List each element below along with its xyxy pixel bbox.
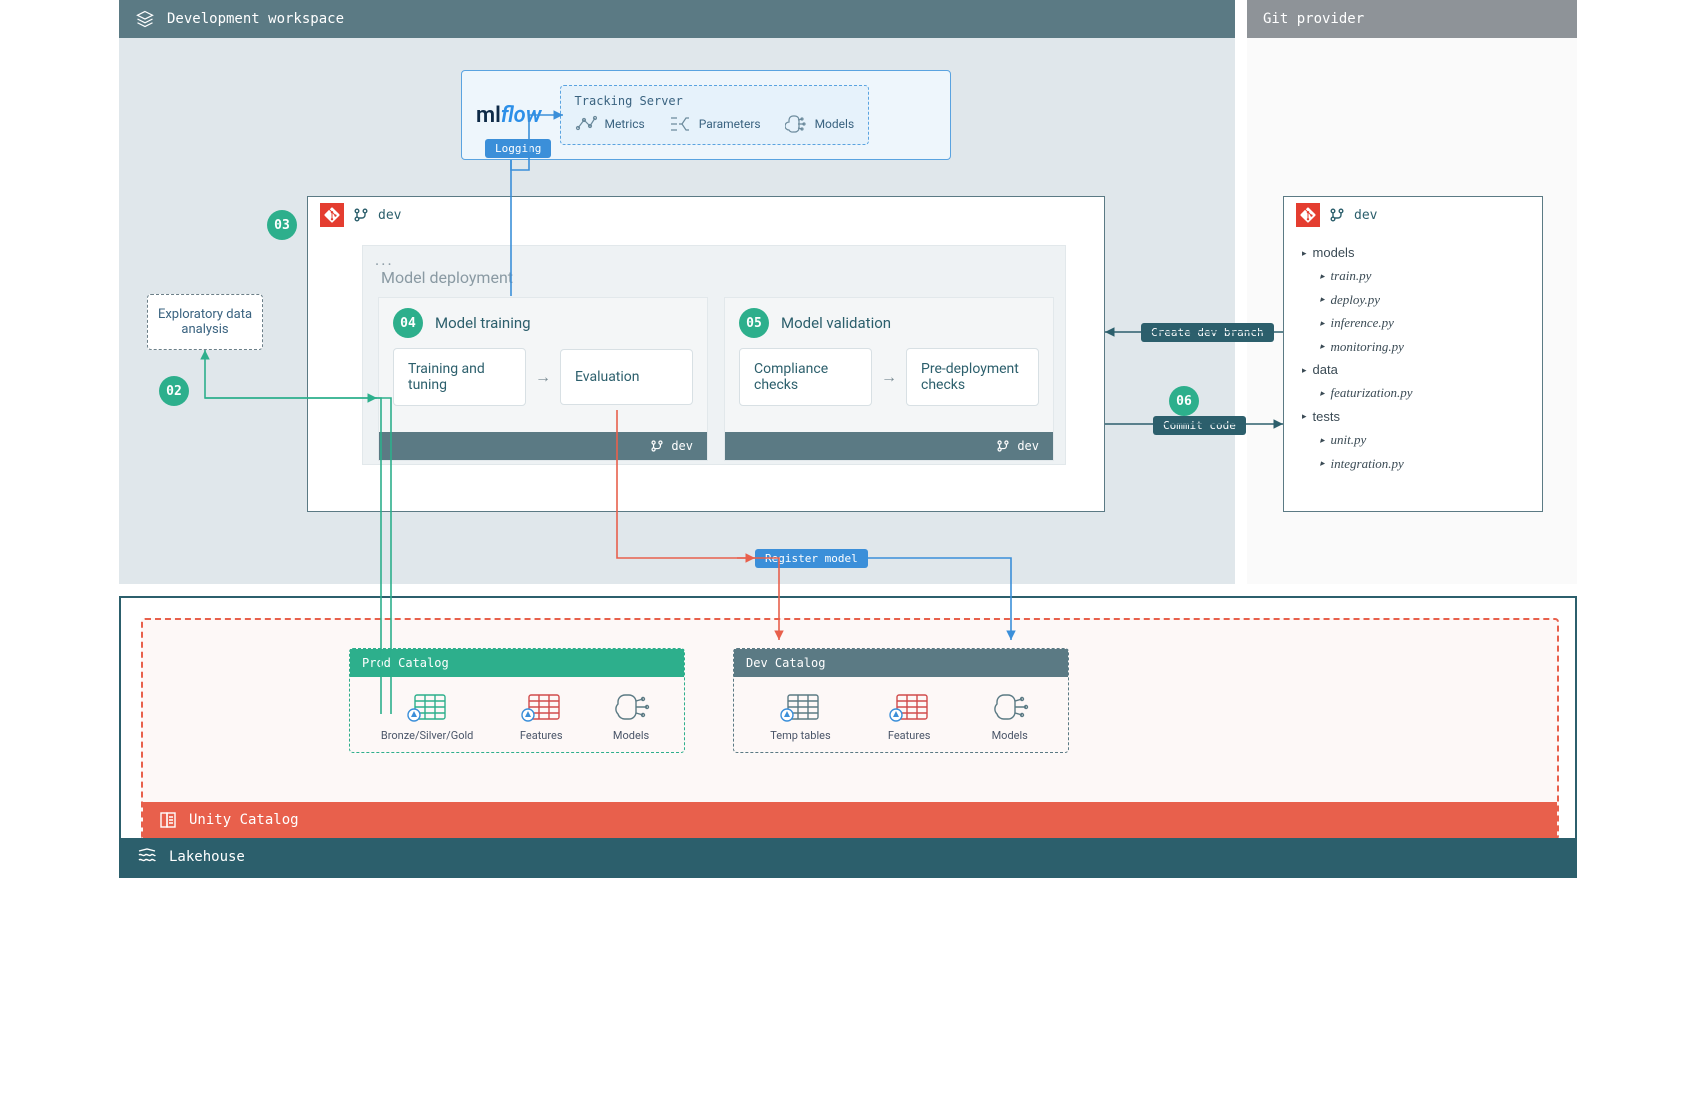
repo-branch: dev [378, 208, 401, 223]
unity-footer: Unity Catalog [143, 802, 1557, 838]
table-icon [887, 691, 931, 723]
stack-icon [135, 9, 155, 29]
dev-item-temp: Temp tables [770, 691, 830, 742]
git-provider-title: Git provider [1263, 11, 1364, 27]
metrics-icon [575, 114, 597, 134]
git-card-header: dev [1284, 197, 1542, 233]
unity-title: Unity Catalog [189, 812, 299, 828]
panel-dots: ... [375, 250, 394, 269]
git-card-branch: dev [1354, 208, 1377, 223]
table-icon [405, 691, 449, 723]
git-tree: ▸models ▸train.py ▸deploy.py ▸inference.… [1284, 233, 1542, 483]
task-training-tuning: Training and tuning [393, 348, 526, 406]
repo-card: dev ... Model deployment 04 Model traini… [307, 196, 1105, 512]
models-icon [988, 691, 1032, 723]
git-provider-header: Git provider [1247, 0, 1577, 38]
branch-icon [997, 440, 1009, 452]
prod-item-models: Models [609, 691, 653, 742]
catalog-icon [159, 811, 177, 829]
panel-model-validation: 05 Model validation Compliance checks → … [724, 297, 1054, 461]
logging-label: Logging [485, 139, 551, 158]
panel-left-footer-branch: dev [671, 439, 693, 453]
lakehouse-footer: Lakehouse [121, 838, 1575, 876]
step-06-badge: 06 [1169, 386, 1199, 416]
models-icon [785, 114, 807, 134]
git-logo-icon [1296, 203, 1320, 227]
folder-tests: ▸tests [1302, 405, 1524, 428]
git-logo-icon [320, 203, 344, 227]
file-integration: ▸integration.py [1302, 452, 1524, 475]
panel-back-title: Model deployment [381, 268, 513, 287]
file-monitoring: ▸monitoring.py [1302, 335, 1524, 358]
dev-item-features: Features [887, 691, 931, 742]
branch-icon [354, 208, 368, 222]
step-02-badge: 02 [159, 376, 189, 406]
file-featurization: ▸featurization.py [1302, 381, 1524, 404]
panel-model-training: 04 Model training Training and tuning → … [378, 297, 708, 461]
register-model-label: Register model [755, 549, 868, 568]
step-05-badge: 05 [739, 308, 769, 338]
panel-stack: ... Model deployment 04 Model training T… [362, 245, 1066, 491]
eda-box: Exploratory data analysis [147, 294, 263, 350]
dev-catalog-header: Dev Catalog [734, 649, 1068, 677]
task-predeploy-checks: Pre-deployment checks [906, 348, 1039, 406]
prod-item-bronze: Bronze/Silver/Gold [381, 691, 473, 742]
dev-catalog: Dev Catalog Temp tables Features Models [733, 648, 1069, 753]
prod-catalog-header: Prod Catalog [350, 649, 684, 677]
tracking-parameters: Parameters [669, 114, 761, 134]
branch-icon [651, 440, 663, 452]
task-evaluation: Evaluation [560, 349, 693, 405]
folder-models: ▸models [1302, 241, 1524, 264]
tracking-server-title: Tracking Server [575, 94, 855, 108]
file-inference: ▸inference.py [1302, 311, 1524, 334]
tracking-metrics: Metrics [575, 114, 645, 134]
step-04-badge: 04 [393, 308, 423, 338]
unity-catalog-outer: Prod Catalog Bronze/Silver/Gold Features… [141, 618, 1559, 840]
parameters-icon [669, 114, 691, 134]
dev-workspace-title: Development workspace [167, 11, 344, 27]
step-03-badge: 03 [267, 210, 297, 240]
branch-icon [1330, 208, 1344, 222]
lakehouse-outer: Prod Catalog Bronze/Silver/Gold Features… [119, 596, 1577, 878]
task-compliance-checks: Compliance checks [739, 348, 872, 406]
tracking-models: Models [785, 114, 855, 134]
arrow-icon: → [536, 367, 550, 387]
dev-workspace-header: Development workspace [119, 0, 1235, 38]
file-train: ▸train.py [1302, 264, 1524, 287]
arrow-icon: → [882, 367, 896, 387]
panel-left-title: Model training [435, 314, 531, 332]
prod-item-features: Features [519, 691, 563, 742]
panel-right-footer-branch: dev [1017, 439, 1039, 453]
models-icon [609, 691, 653, 723]
panel-right-title: Model validation [781, 314, 891, 332]
file-deploy: ▸deploy.py [1302, 288, 1524, 311]
commit-code-label: Commit code [1153, 416, 1246, 435]
repo-card-header: dev [308, 197, 1104, 233]
file-unit: ▸unit.py [1302, 428, 1524, 451]
lakehouse-icon [137, 847, 157, 867]
folder-data: ▸data [1302, 358, 1524, 381]
table-icon [519, 691, 563, 723]
table-icon [778, 691, 822, 723]
create-dev-branch-label: Create dev branch [1141, 323, 1274, 342]
mlflow-logo: mlflow [476, 103, 542, 128]
dev-item-models: Models [988, 691, 1032, 742]
git-provider-card: dev ▸models ▸train.py ▸deploy.py ▸infere… [1283, 196, 1543, 512]
lakehouse-title: Lakehouse [169, 849, 245, 865]
prod-catalog: Prod Catalog Bronze/Silver/Gold Features… [349, 648, 685, 753]
tracking-server: Tracking Server Metrics Parameters Model… [560, 85, 870, 145]
